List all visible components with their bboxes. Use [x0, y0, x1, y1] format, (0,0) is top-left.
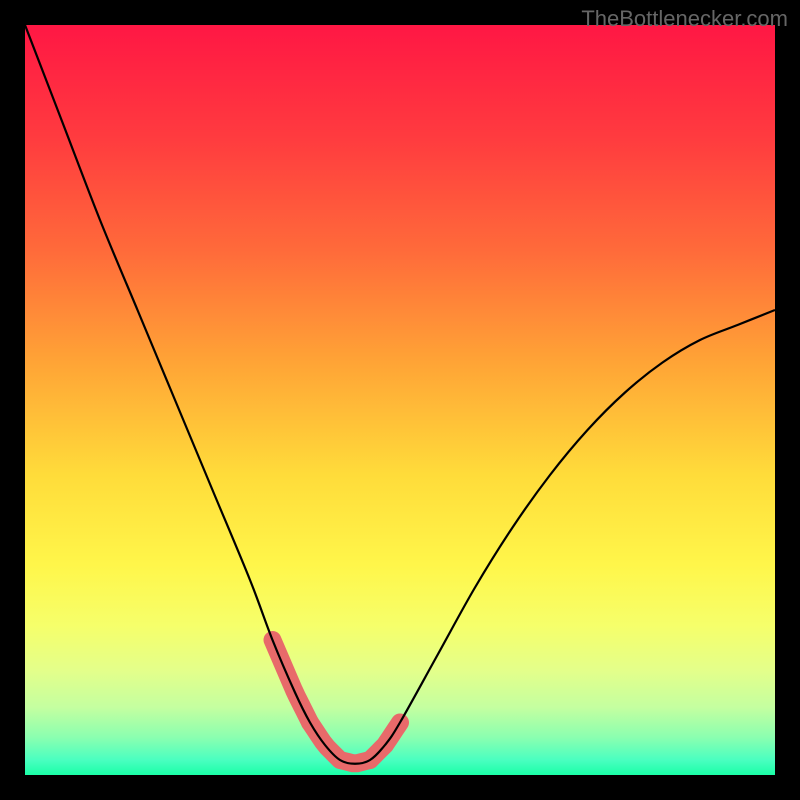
- watermark-text: TheBottlenecker.com: [581, 6, 788, 32]
- chart-svg: [25, 25, 775, 775]
- gradient-background: [25, 25, 775, 775]
- chart-area: [25, 25, 775, 775]
